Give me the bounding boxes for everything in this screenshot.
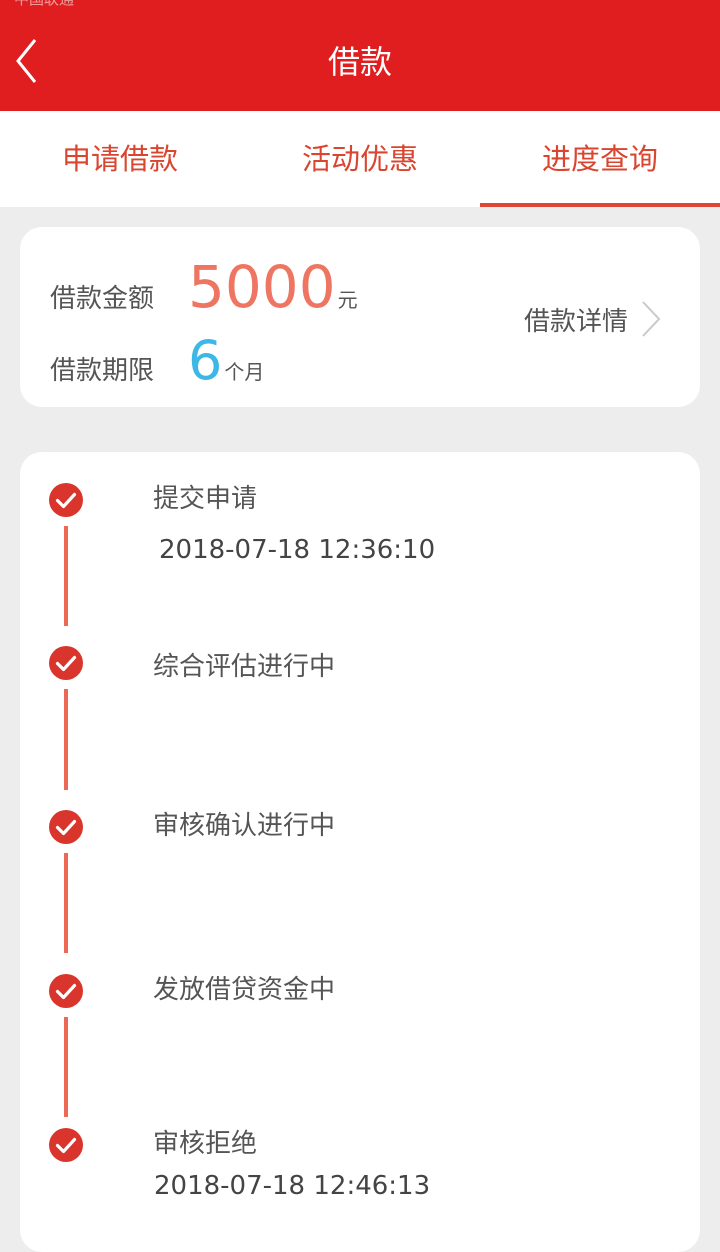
loan-details-link[interactable]: 借款详情 — [524, 299, 662, 339]
loan-term-label: 借款期限 — [50, 356, 155, 386]
timeline-connector — [64, 853, 68, 953]
step-title: 提交申请 — [153, 484, 258, 514]
step-title: 综合评估进行中 — [153, 652, 336, 682]
check-circle-icon — [49, 974, 83, 1008]
loan-summary-card: 借款金额 5000 元 借款期限 6 个月 借款详情 — [20, 227, 700, 407]
progress-timeline-card: 提交申请 2018-07-18 12:36:10 综合评估进行中 审核确认进行中… — [20, 452, 700, 1252]
chevron-right-icon — [642, 301, 661, 337]
step-time: 2018-07-18 12:36:10 — [159, 535, 436, 565]
loan-term-unit: 个月 — [224, 360, 265, 384]
tab-progress-query[interactable]: 进度查询 — [480, 111, 720, 207]
timeline-connector — [64, 689, 68, 790]
app-header: 中国联通 借款 — [0, 0, 720, 111]
loan-amount-value: 5000 — [188, 253, 336, 321]
tab-bar: 申请借款 活动优惠 进度查询 — [0, 111, 720, 207]
step-title: 审核确认进行中 — [153, 811, 336, 841]
step-title: 审核拒绝 — [153, 1129, 258, 1159]
step-title: 发放借贷资金中 — [153, 975, 336, 1005]
timeline-connector — [64, 526, 68, 626]
loan-details-label: 借款详情 — [523, 306, 628, 337]
page-title: 借款 — [327, 43, 392, 81]
check-circle-icon — [49, 1128, 83, 1162]
tab-apply-loan[interactable]: 申请借款 — [0, 111, 240, 207]
check-circle-icon — [49, 810, 83, 844]
loan-amount-label: 借款金额 — [50, 284, 155, 314]
status-bar-carrier: 中国联通 — [14, 0, 74, 8]
loan-amount-unit: 元 — [337, 288, 358, 312]
loan-amount-row: 借款金额 5000 元 — [50, 255, 358, 319]
loan-term-value: 6 — [188, 329, 223, 392]
step-time: 2018-07-18 12:46:13 — [154, 1171, 431, 1201]
loan-term-row: 借款期限 6 个月 — [50, 331, 264, 391]
tab-promotions[interactable]: 活动优惠 — [240, 111, 480, 207]
timeline-connector — [64, 1017, 68, 1117]
check-circle-icon — [49, 646, 83, 680]
check-circle-icon — [49, 483, 83, 517]
